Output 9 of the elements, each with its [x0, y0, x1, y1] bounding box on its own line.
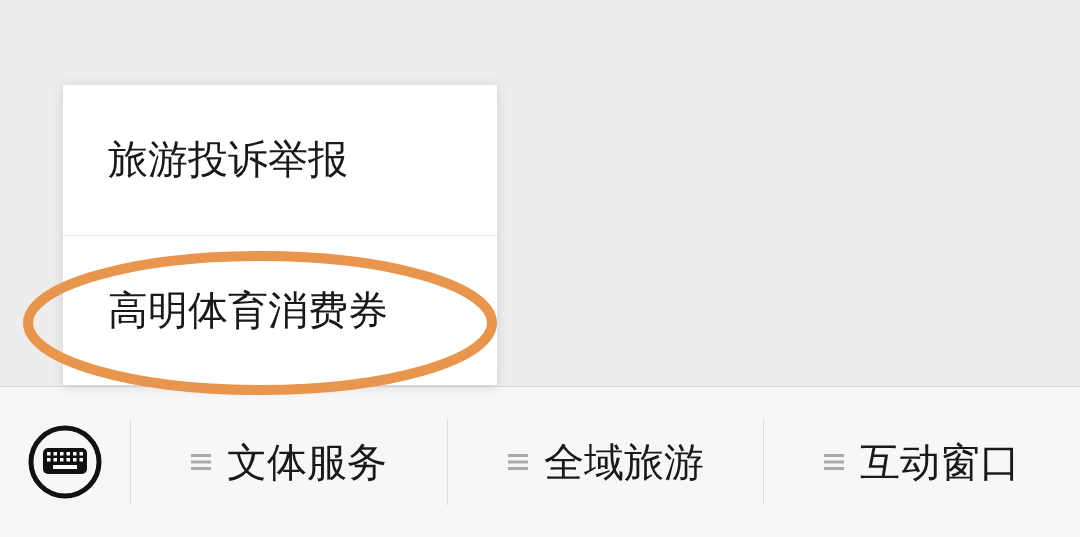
menu-icon — [507, 453, 528, 471]
menu-tab[interactable]: 互动窗口 — [764, 419, 1080, 505]
menu-item[interactable]: 旅游投诉举报 — [63, 85, 497, 235]
menu-icon — [824, 453, 845, 471]
menu-tab[interactable]: 全域旅游 — [447, 419, 765, 505]
menu-item[interactable]: 高明体育消费券 — [63, 235, 497, 385]
menu-tab[interactable]: 文体服务 — [131, 419, 448, 505]
menu-icon — [190, 453, 211, 471]
keyboard-icon[interactable] — [27, 424, 103, 500]
